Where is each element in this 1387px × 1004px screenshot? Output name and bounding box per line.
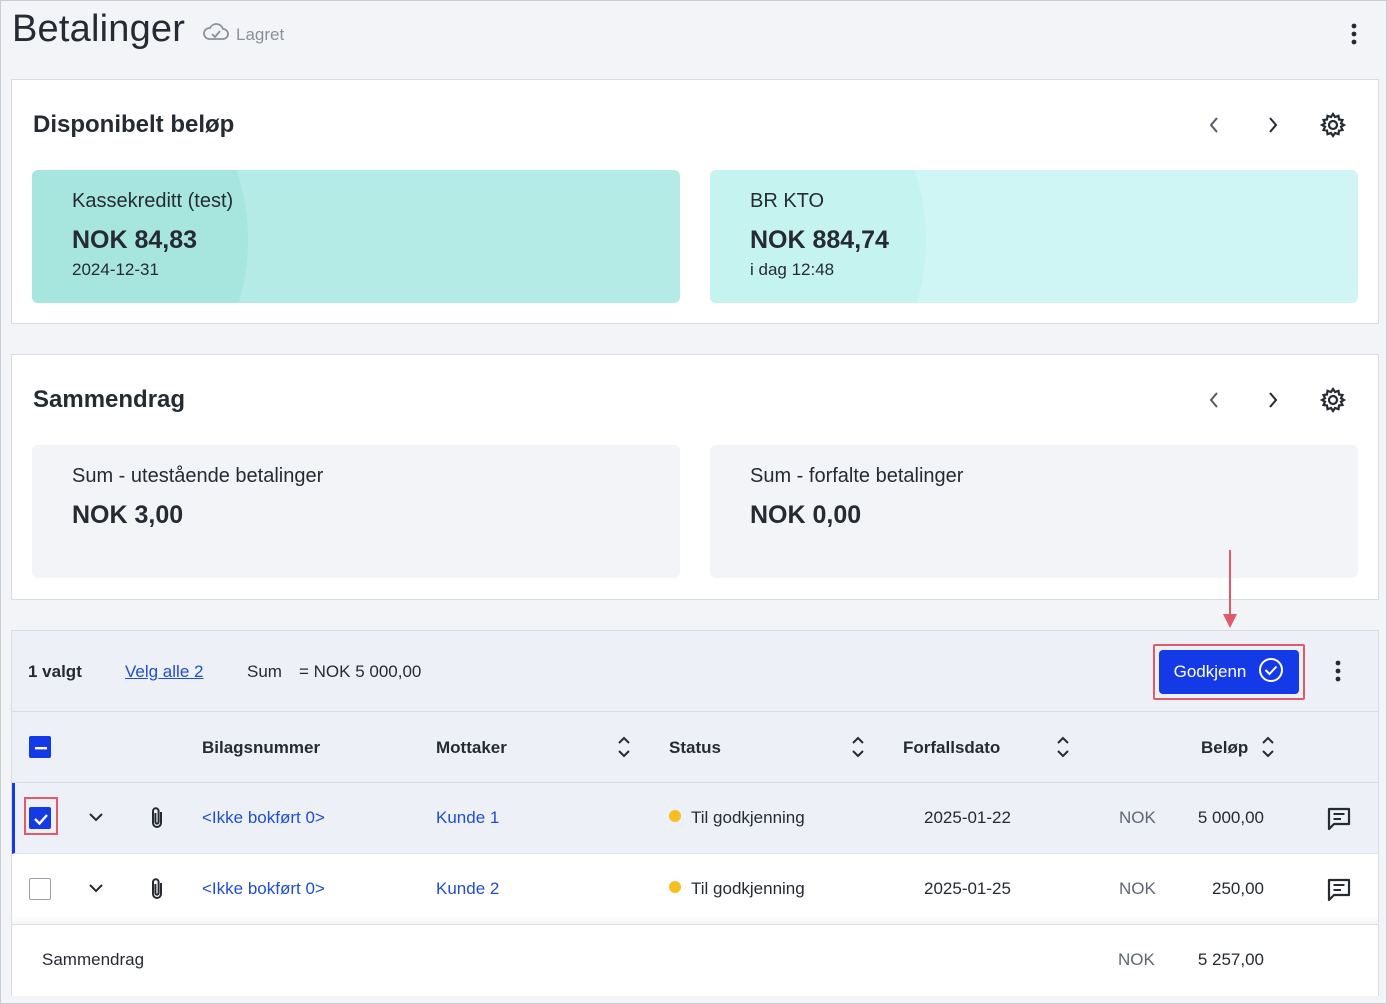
currency: NOK: [1119, 808, 1156, 827]
comment-icon[interactable]: [1325, 805, 1353, 838]
toolbar-more-icon[interactable]: [1326, 659, 1350, 683]
recipient-link[interactable]: Kunde 2: [436, 879, 499, 899]
chevron-down-icon[interactable]: [87, 808, 105, 831]
table-row[interactable]: <Ikke bokført 0> Kunde 1 Til godkjenning…: [12, 783, 1378, 854]
select-all-checkbox[interactable]: [29, 736, 51, 758]
summary-label: Sum - forfalte betalinger: [750, 465, 964, 487]
header-due-date[interactable]: Forfallsdato: [903, 738, 1000, 758]
sort-icon[interactable]: [850, 734, 866, 760]
paperclip-icon[interactable]: [147, 876, 167, 907]
selected-count: 1 valgt: [28, 662, 82, 681]
table-header: Bilagsnummer Mottaker Status Forfallsdat…: [12, 712, 1378, 783]
select-all-link[interactable]: Velg alle 2: [125, 662, 203, 682]
sort-icon[interactable]: [1260, 734, 1276, 760]
header-amount[interactable]: Beløp: [1201, 738, 1248, 758]
summary-card: Sammendrag Sum - utestående betalinger N…: [11, 354, 1379, 600]
header-voucher[interactable]: Bilagsnummer: [202, 738, 320, 758]
summary-tile-outstanding[interactable]: Sum - utestående betalinger NOK 3,00: [32, 445, 680, 578]
account-tile-1[interactable]: Kassekreditt (test) NOK 84,83 2024-12-31: [32, 170, 680, 303]
sort-icon[interactable]: [1055, 734, 1071, 760]
comment-icon[interactable]: [1325, 876, 1353, 909]
selection-toolbar: 1 valgt Velg alle 2 Sum = NOK 5 000,00 G…: [12, 631, 1378, 712]
approve-button[interactable]: Godkjenn: [1159, 650, 1299, 694]
amount: 250,00: [1212, 879, 1264, 898]
card-title: Disponibelt beløp: [33, 111, 235, 138]
approve-label: Godkjenn: [1173, 662, 1247, 681]
row-checkbox[interactable]: [29, 878, 51, 900]
annotation-arrow: [1229, 550, 1231, 620]
sum-value: = NOK 5 000,00: [299, 662, 422, 681]
gear-icon[interactable]: [1317, 109, 1349, 141]
row-checkbox[interactable]: [29, 807, 51, 829]
summary-label: Sum - utestående betalinger: [72, 465, 324, 487]
status-cell: Til godkjenning: [669, 808, 805, 828]
account-name: BR KTO: [750, 190, 825, 212]
footer-currency: NOK: [1118, 950, 1155, 969]
cloud-check-icon: [202, 22, 230, 47]
gear-icon[interactable]: [1317, 384, 1349, 416]
account-date: 2024-12-31: [72, 260, 159, 279]
chevron-right-icon[interactable]: [1257, 109, 1289, 141]
status-text: Til godkjenning: [691, 879, 805, 898]
due-date: 2025-01-22: [924, 808, 1011, 827]
summary-amount: NOK 3,00: [72, 501, 184, 529]
voucher-link[interactable]: <Ikke bokført 0>: [202, 808, 325, 828]
currency: NOK: [1119, 879, 1156, 898]
chevron-right-icon[interactable]: [1257, 384, 1289, 416]
page-more-icon[interactable]: [1342, 22, 1366, 46]
summary-tile-overdue[interactable]: Sum - forfalte betalinger NOK 0,00: [710, 445, 1358, 578]
account-date: i dag 12:48: [750, 260, 835, 279]
account-name: Kassekreditt (test): [72, 190, 234, 212]
payments-table-panel: 1 valgt Velg alle 2 Sum = NOK 5 000,00 G…: [11, 630, 1379, 996]
summary-amount: NOK 0,00: [750, 501, 862, 529]
chevron-left-icon[interactable]: [1198, 109, 1230, 141]
card-title: Sammendrag: [33, 386, 186, 413]
due-date: 2025-01-25: [924, 879, 1011, 898]
sum-label: Sum: [247, 662, 282, 681]
saved-status: Lagret: [202, 22, 284, 47]
check-circle-icon: [1258, 657, 1284, 688]
chevron-down-icon[interactable]: [87, 879, 105, 902]
footer-total: 5 257,00: [1197, 950, 1264, 969]
approve-highlight: Godkjenn: [1153, 644, 1305, 700]
paperclip-icon[interactable]: [147, 805, 167, 836]
account-tile-2[interactable]: BR KTO NOK 884,74 i dag 12:48: [710, 170, 1358, 303]
table-footer: Sammendrag NOK 5 257,00: [12, 924, 1378, 996]
voucher-link[interactable]: <Ikke bokført 0>: [202, 879, 325, 899]
status-cell: Til godkjenning: [669, 879, 805, 899]
sort-icon[interactable]: [616, 734, 632, 760]
chevron-left-icon[interactable]: [1198, 384, 1230, 416]
header-recipient[interactable]: Mottaker: [436, 738, 507, 758]
amount: 5 000,00: [1197, 808, 1264, 827]
status-dot-icon: [669, 881, 681, 893]
recipient-link[interactable]: Kunde 1: [436, 808, 499, 828]
account-amount: NOK 84,83: [72, 226, 198, 254]
account-amount: NOK 884,74: [750, 226, 889, 254]
page-title: Betalinger: [12, 8, 186, 50]
available-balance-card: Disponibelt beløp Kassekreditt (test) NO…: [11, 79, 1379, 324]
annotation-arrow-head: [1223, 614, 1237, 628]
header-status[interactable]: Status: [669, 738, 721, 758]
status-text: Til godkjenning: [691, 808, 805, 827]
status-dot-icon: [669, 810, 681, 822]
saved-label: Lagret: [236, 24, 285, 44]
footer-label: Sammendrag: [42, 950, 145, 969]
